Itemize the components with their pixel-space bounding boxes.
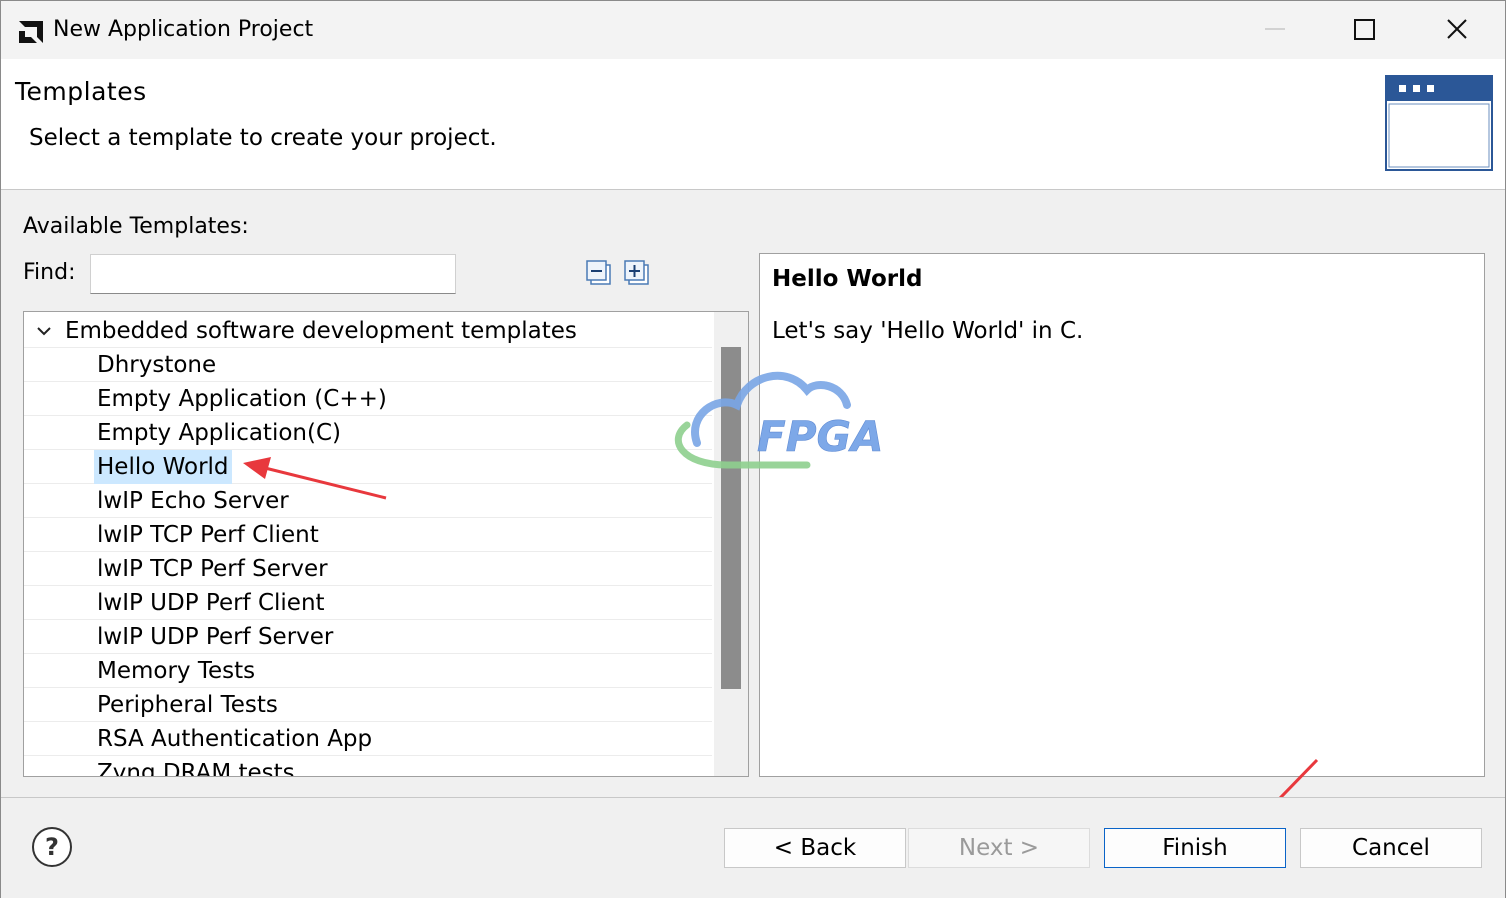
finish-button[interactable]: Finish <box>1104 828 1286 868</box>
template-item-label: Dhrystone <box>97 352 217 378</box>
template-item-lwip-echo-server[interactable]: lwIP Echo Server <box>24 484 712 518</box>
template-item-label: Zynq DRAM tests <box>97 760 295 777</box>
close-icon <box>1447 19 1467 39</box>
template-item-lwip-udp-perf-server[interactable]: lwIP UDP Perf Server <box>24 620 712 654</box>
template-item-label: lwIP Echo Server <box>97 488 289 514</box>
expand-all-icon <box>624 260 649 285</box>
available-templates-label: Available Templates: <box>23 214 249 239</box>
template-description-panel: Hello World Let's say 'Hello World' in C… <box>759 253 1485 777</box>
find-label: Find: <box>23 260 76 285</box>
template-item-lwip-udp-perf-client[interactable]: lwIP UDP Perf Client <box>24 586 712 620</box>
back-button[interactable]: < Back <box>724 828 906 868</box>
template-item-memory-tests[interactable]: Memory Tests <box>24 654 712 688</box>
template-item-lwip-tcp-perf-server[interactable]: lwIP TCP Perf Server <box>24 552 712 586</box>
title-bar: New Application Project <box>1 1 1505 59</box>
templates-tree[interactable]: Embedded software development templates … <box>23 311 749 777</box>
help-icon[interactable]: ? <box>31 826 73 868</box>
page-subtitle: Select a template to create your project… <box>29 125 497 151</box>
template-item-rsa-auth-app[interactable]: RSA Authentication App <box>24 722 712 756</box>
window-title: New Application Project <box>53 17 314 42</box>
tree-category[interactable]: Embedded software development templates <box>24 314 712 348</box>
minimize-button[interactable] <box>1245 9 1305 51</box>
tree-category-label: Embedded software development templates <box>65 318 577 344</box>
collapse-all-icon <box>586 260 611 285</box>
template-item-empty-cpp[interactable]: Empty Application (C++) <box>24 382 712 416</box>
template-item-zynq-dram-tests[interactable]: Zynq DRAM tests <box>24 756 712 777</box>
template-item-label: Hello World <box>94 450 232 484</box>
template-item-label: Empty Application(C) <box>97 420 341 446</box>
cancel-button[interactable]: Cancel <box>1300 828 1482 868</box>
scrollbar-thumb[interactable] <box>721 347 741 689</box>
collapse-all-button[interactable] <box>586 260 612 286</box>
description-text: Let's say 'Hello World' in C. <box>772 318 1084 344</box>
next-button[interactable]: Next > <box>908 828 1090 868</box>
description-title: Hello World <box>772 266 923 292</box>
wizard-content: Available Templates: Find: Embedded soft… <box>1 190 1505 796</box>
wizard-header: Templates Select a template to create yo… <box>1 59 1505 190</box>
wizard-window-icon <box>1385 75 1493 171</box>
template-item-label: lwIP TCP Perf Server <box>97 556 328 582</box>
template-item-hello-world[interactable]: Hello World <box>24 450 712 484</box>
maximize-button[interactable] <box>1335 9 1395 51</box>
find-input[interactable] <box>90 254 456 294</box>
template-item-lwip-tcp-perf-client[interactable]: lwIP TCP Perf Client <box>24 518 712 552</box>
template-item-label: lwIP TCP Perf Client <box>97 522 319 548</box>
page-title: Templates <box>15 77 147 106</box>
svg-text:?: ? <box>45 833 59 861</box>
template-item-label: lwIP UDP Perf Server <box>97 624 334 650</box>
dialog-window: New Application Project Templates Select… <box>0 0 1506 898</box>
template-item-peripheral-tests[interactable]: Peripheral Tests <box>24 688 712 722</box>
template-item-dhrystone[interactable]: Dhrystone <box>24 348 712 382</box>
tree-scrollbar[interactable] <box>714 312 748 776</box>
minimize-icon <box>1265 28 1285 30</box>
template-item-empty-c[interactable]: Empty Application(C) <box>24 416 712 450</box>
close-button[interactable] <box>1427 9 1487 51</box>
template-item-label: Empty Application (C++) <box>97 386 387 412</box>
template-item-label: RSA Authentication App <box>97 726 373 752</box>
template-item-label: Memory Tests <box>97 658 256 684</box>
template-item-label: lwIP UDP Perf Client <box>97 590 325 616</box>
wizard-footer: ? < Back Next > Finish Cancel <box>1 797 1505 898</box>
maximize-icon <box>1354 19 1375 40</box>
amd-logo-icon <box>19 21 43 43</box>
chevron-down-icon[interactable] <box>36 324 52 338</box>
template-item-label: Peripheral Tests <box>97 692 278 718</box>
expand-all-button[interactable] <box>624 260 650 286</box>
